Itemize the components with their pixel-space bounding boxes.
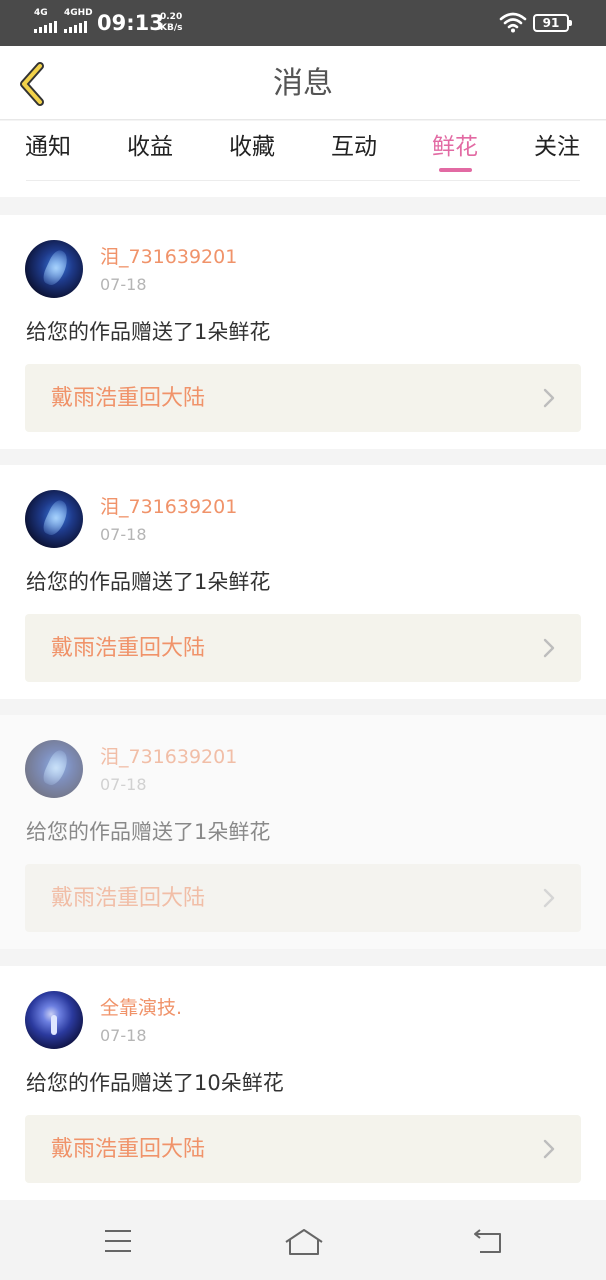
work-title: 戴雨浩重回大陆: [51, 886, 206, 911]
work-link[interactable]: 戴雨浩重回大陆: [25, 864, 581, 932]
tab-bar: 通知 收益 收藏 互动 鲜花 关注: [0, 121, 606, 197]
message-text: 给您的作品赠送了10朵鲜花: [26, 1071, 284, 1095]
message-text: 给您的作品赠送了1朵鲜花: [26, 320, 271, 344]
avatar[interactable]: [25, 490, 83, 548]
message-text: 给您的作品赠送了1朵鲜花: [26, 820, 271, 844]
work-title: 戴雨浩重回大陆: [51, 386, 206, 411]
message-date: 07-18: [100, 1026, 147, 1045]
wifi-icon: [499, 12, 527, 33]
sender-name[interactable]: 泪_731639201: [100, 245, 237, 269]
page-title: 消息: [273, 66, 333, 101]
chevron-right-icon: [543, 638, 555, 658]
divider: [26, 180, 580, 181]
work-link[interactable]: 戴雨浩重回大陆: [25, 1115, 581, 1183]
network-speed-value: 0.20: [160, 12, 183, 22]
work-title: 戴雨浩重回大陆: [51, 1137, 206, 1162]
avatar[interactable]: [25, 240, 83, 298]
work-link[interactable]: 戴雨浩重回大陆: [25, 364, 581, 432]
tab-favorites[interactable]: 收藏: [229, 131, 275, 163]
sender-name[interactable]: 泪_731639201: [100, 495, 237, 519]
network-speed-unit: KB/s: [160, 23, 183, 33]
avatar[interactable]: [25, 991, 83, 1049]
sender-name[interactable]: 全靠演技.: [100, 996, 182, 1020]
tab-interactions[interactable]: 互动: [331, 131, 377, 163]
status-bar: 4G 4GHD 09:13 0.20 KB/s 91: [0, 0, 606, 46]
menu-icon[interactable]: [103, 1228, 133, 1254]
battery-icon: 91: [533, 14, 572, 32]
tab-flowers[interactable]: 鲜花: [432, 131, 478, 163]
message-date: 07-18: [100, 525, 147, 544]
back-icon[interactable]: [472, 1228, 504, 1256]
home-icon[interactable]: [284, 1228, 324, 1256]
message-date: 07-18: [100, 775, 147, 794]
work-title: 戴雨浩重回大陆: [51, 636, 206, 661]
sim1-network-label: 4G: [34, 8, 48, 18]
system-nav-bar: [0, 1210, 606, 1280]
chevron-right-icon: [543, 388, 555, 408]
chevron-right-icon: [543, 1139, 555, 1159]
active-tab-indicator: [439, 168, 472, 172]
tab-notifications[interactable]: 通知: [25, 131, 71, 163]
message-card: 全靠演技. 07-18 给您的作品赠送了10朵鲜花 戴雨浩重回大陆: [0, 966, 606, 1200]
tab-follows[interactable]: 关注: [534, 131, 580, 163]
sim2-network-label: 4GHD: [64, 8, 93, 18]
message-card: 泪_731639201 07-18 给您的作品赠送了1朵鲜花 戴雨浩重回大陆: [0, 215, 606, 449]
tab-earnings[interactable]: 收益: [127, 131, 173, 163]
clock: 09:13: [97, 11, 164, 35]
sender-name[interactable]: 泪_731639201: [100, 745, 237, 769]
network-speed: 0.20 KB/s: [160, 12, 182, 34]
avatar[interactable]: [25, 740, 83, 798]
work-link[interactable]: 戴雨浩重回大陆: [25, 614, 581, 682]
message-card: 泪_731639201 07-18 给您的作品赠送了1朵鲜花 戴雨浩重回大陆: [0, 465, 606, 699]
chevron-right-icon: [543, 888, 555, 908]
message-date: 07-18: [100, 275, 147, 294]
message-text: 给您的作品赠送了1朵鲜花: [26, 570, 271, 594]
message-card: 泪_731639201 07-18 给您的作品赠送了1朵鲜花 戴雨浩重回大陆: [0, 715, 606, 949]
app-header: 消息: [0, 46, 606, 120]
